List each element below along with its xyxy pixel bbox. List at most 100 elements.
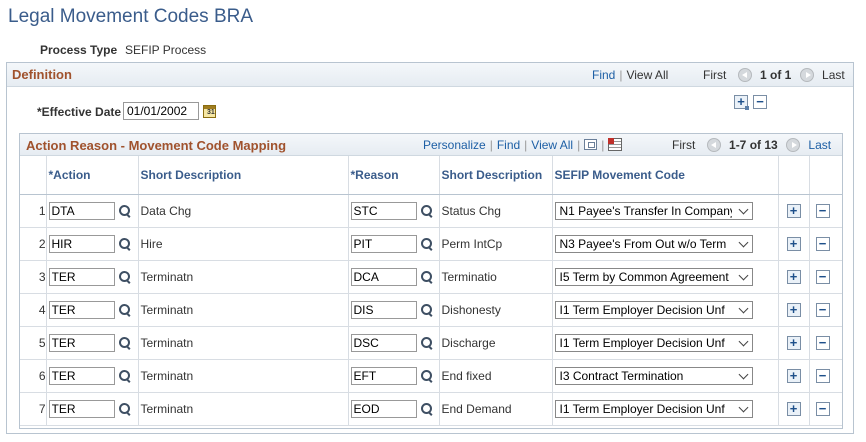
action-lookup-search-icon[interactable] [118,303,132,317]
reason-lookup-search-icon[interactable] [420,402,434,416]
reason-input[interactable] [350,333,417,352]
action-lookup-search-icon[interactable] [118,270,132,284]
sefip-movement-code-select[interactable]: I5 Term by Common Agreement [554,267,753,286]
grid-header: Action Reason - Movement Code Mapping Pe… [20,134,842,156]
delete-row-button[interactable]: − [815,236,830,251]
grid-nav-links: Personalize | Find | View All | | [423,138,623,152]
grid-find-link[interactable]: Find [497,138,520,152]
sefip-movement-code-select[interactable]: I1 Term Employer Decision Unf [554,333,753,352]
chevron-down-icon [738,204,748,214]
action-input[interactable] [48,333,115,352]
add-row-button[interactable]: + [786,203,801,218]
sefip-movement-code-select[interactable]: I1 Term Employer Decision Unf [554,300,753,319]
definition-find-link[interactable]: Find [592,68,615,82]
reason-lookup-search-icon[interactable] [420,303,434,317]
action-input[interactable] [48,399,115,418]
action-input[interactable] [48,267,115,286]
reason-input[interactable] [350,399,417,418]
action-input[interactable] [48,201,115,220]
add-row-button[interactable]: + [786,368,801,383]
reason-lookup-search-icon[interactable] [420,369,434,383]
personalize-link[interactable]: Personalize [423,138,486,152]
definition-section: Definition Find | View All First 1 of 1 La… [6,62,854,434]
delete-row-button[interactable]: − [815,203,830,218]
definition-next-arrow-icon[interactable] [799,68,814,82]
reason-short-description: End Demand [439,392,553,426]
zoom-grid-icon[interactable] [584,139,598,150]
reason-input[interactable] [350,267,417,286]
grid-pager: First 1-7 of 13 Last [672,138,831,152]
reason-input[interactable] [350,300,417,319]
chevron-down-icon [738,402,748,412]
action-short-description: Data Chg [138,194,349,228]
action-input[interactable] [48,300,115,319]
add-row-button[interactable]: + [786,302,801,317]
add-row-button[interactable]: + [786,401,801,416]
download-excel-icon[interactable] [608,138,623,151]
row-number: 5 [20,326,47,360]
action-lookup-search-icon[interactable] [118,336,132,350]
grid-prev-arrow-icon[interactable] [706,138,721,152]
definition-delete-row-button[interactable]: − [753,95,767,109]
reason-lookup-search-icon[interactable] [420,336,434,350]
definition-last-label: Last [822,68,845,82]
delete-row-button[interactable]: − [815,302,830,317]
effective-date-input[interactable] [123,102,199,120]
action-lookup-search-icon[interactable] [118,204,132,218]
process-type-value: SEFIP Process [125,43,207,57]
reason-input[interactable] [350,366,417,385]
calendar-icon[interactable]: 31 [203,105,216,118]
row-number: 7 [20,392,47,426]
reason-lookup-search-icon[interactable] [420,237,434,251]
definition-nav-links: Find | View All [592,68,669,82]
delete-row-button[interactable]: − [815,269,830,284]
reason-short-description: Dishonesty [439,293,553,327]
reason-lookup-search-icon[interactable] [420,270,434,284]
grid-next-arrow-icon[interactable] [786,138,801,152]
sefip-movement-code-select[interactable]: N1 Payee's Transfer In Company [554,201,753,220]
definition-first-label: First [703,68,727,82]
reason-lookup-search-icon[interactable] [420,204,434,218]
sefip-movement-code-select[interactable]: I3 Contract Termination [554,366,753,385]
table-row: 4 Terminatn Dishonesty I1 Term Employer Dec… [20,293,842,327]
add-row-button[interactable]: + [786,269,801,284]
action-lookup-search-icon[interactable] [118,402,132,416]
add-row-button[interactable]: + [786,236,801,251]
row-number: 2 [20,227,47,261]
table-row: 3 Terminatn Terminatio I5 Term by Common Ag… [20,260,842,294]
table-header-row: *Action Short Description *Reason Short … [20,156,842,195]
reason-short-description: Perm IntCp [439,227,553,261]
definition-prev-arrow-icon[interactable] [737,68,752,82]
row-number: 6 [20,359,47,393]
delete-row-button[interactable]: − [815,368,830,383]
table-row: 6 Terminatn End fixed I3 Contract Terminati… [20,359,842,393]
reason-input[interactable] [350,201,417,220]
chevron-down-icon [738,369,748,379]
column-header-action: *Action [46,156,139,195]
chevron-down-icon [738,270,748,280]
action-input[interactable] [48,234,115,253]
definition-view-all-link[interactable]: View All [626,68,668,82]
action-lookup-search-icon[interactable] [118,369,132,383]
sefip-movement-code-select[interactable]: I1 Term Employer Decision Unf [554,399,753,418]
reason-short-description: End fixed [439,359,553,393]
action-short-description: Terminatn [138,260,349,294]
definition-header: Definition Find | View All First 1 of 1 La… [7,63,853,87]
reason-short-description: Terminatio [439,260,553,294]
definition-add-row-button[interactable]: + [734,95,749,110]
delete-row-button[interactable]: − [815,335,830,350]
delete-row-button[interactable]: − [815,401,830,416]
action-input[interactable] [48,366,115,385]
action-lookup-search-icon[interactable] [118,237,132,251]
add-row-button[interactable]: + [786,335,801,350]
grid-view-all-link[interactable]: View All [531,138,573,152]
sefip-movement-code-select[interactable]: N3 Payee's From Out w/o Term [554,234,753,253]
sefip-selected-value: N1 Payee's Transfer In Company [559,203,732,218]
page-title: Legal Movement Codes BRA [8,6,254,27]
column-header-reason: *Reason [348,156,440,195]
action-short-description: Terminatn [138,392,349,426]
sefip-selected-value: I1 Term Employer Decision Unf [559,401,725,416]
definition-count: 1 of 1 [760,68,792,82]
grid-last-link[interactable]: Last [808,138,831,152]
reason-input[interactable] [350,234,417,253]
